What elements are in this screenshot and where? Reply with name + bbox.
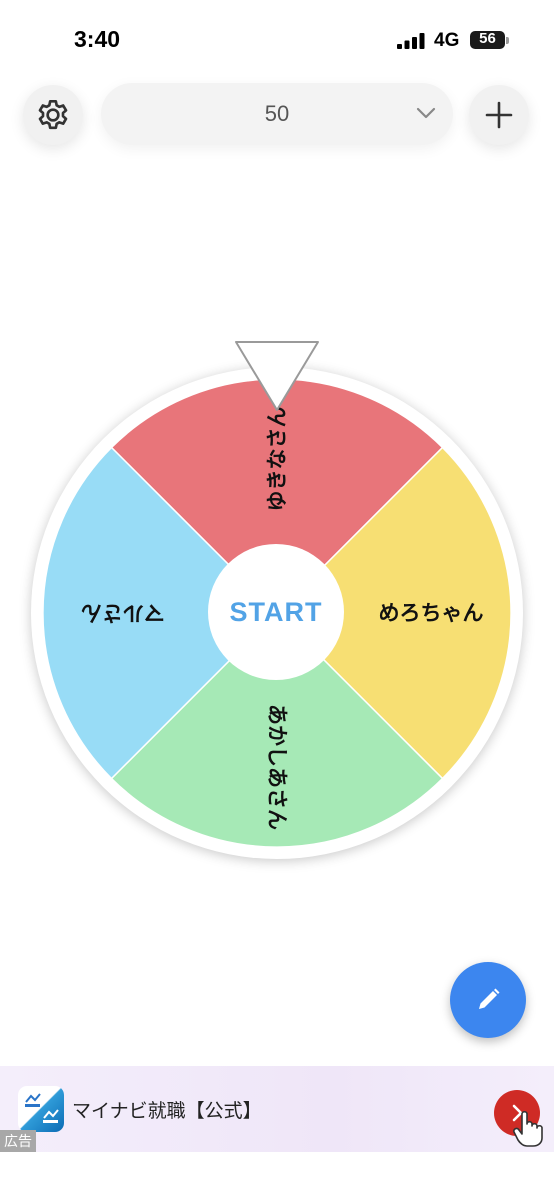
edit-button[interactable] — [450, 962, 526, 1038]
gear-icon — [38, 100, 68, 130]
status-bar: 3:40 4G 56 — [0, 0, 554, 80]
battery-nub — [506, 37, 509, 44]
ad-banner[interactable]: マイナビ就職【公式】 広告 — [0, 1066, 554, 1152]
bottom-spacer — [0, 1152, 554, 1200]
add-button[interactable] — [469, 85, 529, 145]
ad-logo — [18, 1086, 64, 1132]
wheel-label-right: めろちゃん — [379, 601, 484, 625]
settings-button[interactable] — [23, 85, 83, 145]
network-type: 4G — [434, 30, 460, 51]
plus-icon — [485, 101, 513, 129]
battery-level: 56 — [479, 30, 496, 47]
start-button[interactable]: START — [208, 544, 344, 680]
count-select-value: 50 — [264, 101, 290, 126]
ad-label: 広告 — [0, 1130, 36, 1152]
status-time: 3:40 — [74, 26, 121, 52]
chevron-down-icon — [416, 107, 436, 119]
signal-icon — [397, 33, 425, 49]
wheel-pointer — [235, 341, 319, 411]
wheel-label-bottom: あかしあさん — [265, 704, 289, 830]
wheel-label-top: ゆきなさん — [265, 407, 289, 512]
tap-hand-icon — [513, 1110, 543, 1147]
count-select[interactable]: 50 — [101, 83, 453, 145]
ad-title: マイナビ就職【公式】 — [72, 1100, 262, 1122]
wheel-label-left: マルさん — [81, 601, 165, 625]
pencil-icon — [479, 988, 500, 1009]
